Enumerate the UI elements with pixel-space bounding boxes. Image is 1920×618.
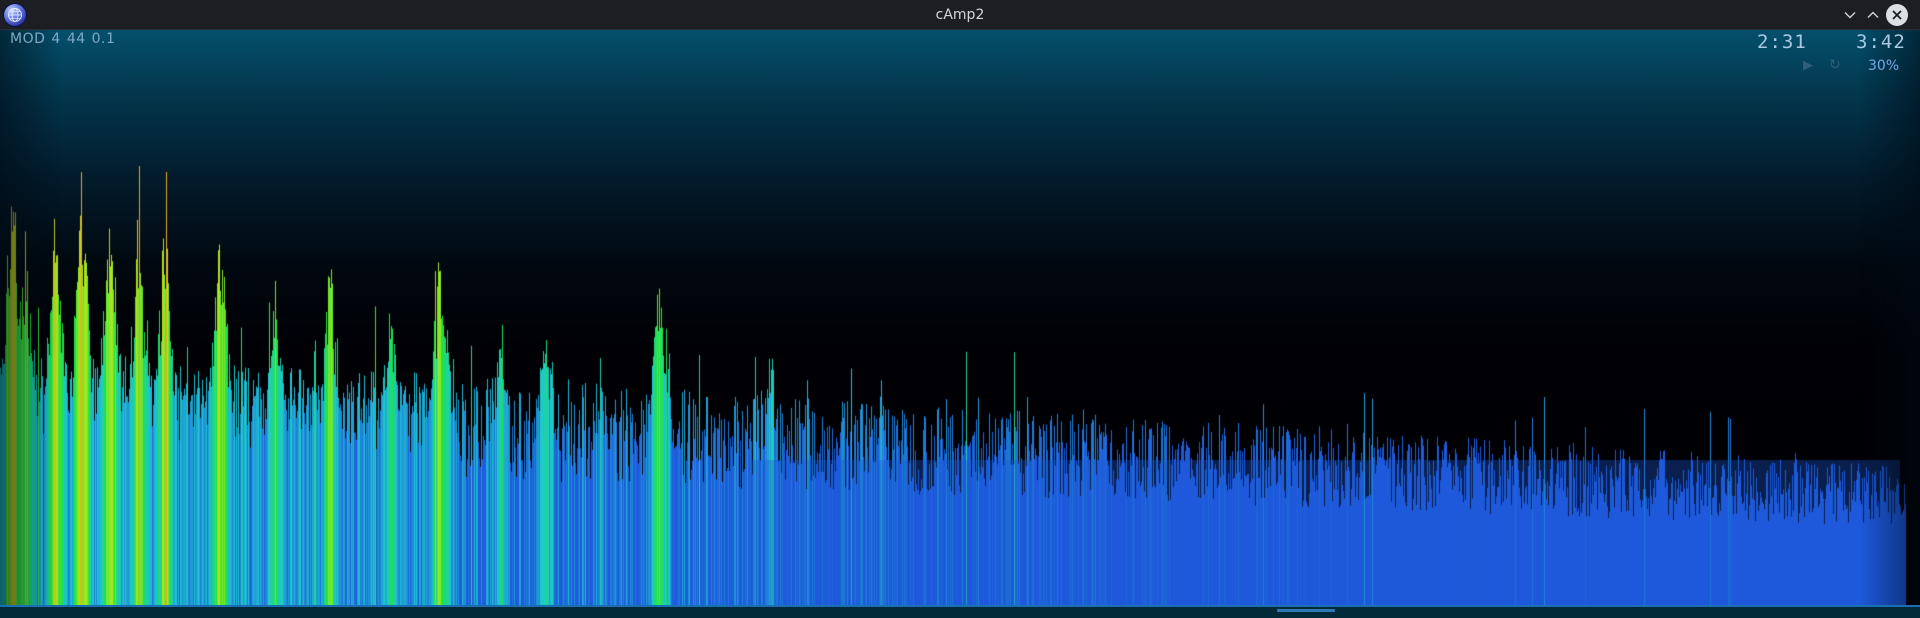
volume-level[interactable]: 30% — [1868, 58, 1899, 74]
minimize-button[interactable] — [1840, 5, 1860, 25]
seek-bar[interactable] — [0, 606, 1920, 618]
camp2-window: cAmp2 MOD 4 44 0.1 2:31 3:42 ▶ ↻ 30% — [0, 0, 1920, 618]
track-sample-rate: 44 — [66, 31, 86, 47]
total-time[interactable]: 3:42 — [1856, 31, 1906, 53]
close-button[interactable] — [1886, 4, 1908, 26]
track-format: MOD — [10, 31, 46, 47]
seek-thumb[interactable] — [1277, 609, 1335, 612]
title-bar[interactable]: cAmp2 — [0, 0, 1920, 30]
spectrum-visualizer[interactable] — [0, 30, 1920, 618]
track-info: MOD 4 44 0.1 — [10, 31, 121, 47]
track-version: 0.1 — [91, 31, 116, 47]
elapsed-time[interactable]: 2:31 — [1757, 31, 1807, 53]
maximize-button[interactable] — [1863, 5, 1883, 25]
repeat-icon[interactable]: ↻ — [1829, 57, 1841, 73]
chevron-down-icon — [1844, 12, 1856, 19]
close-icon — [1892, 10, 1902, 20]
play-icon[interactable]: ▶ — [1803, 58, 1813, 73]
chevron-up-icon — [1867, 11, 1879, 18]
track-channels: 4 — [51, 31, 61, 47]
window-title: cAmp2 — [935, 7, 985, 23]
visualizer-area[interactable]: MOD 4 44 0.1 2:31 3:42 ▶ ↻ 30% — [0, 30, 1920, 618]
